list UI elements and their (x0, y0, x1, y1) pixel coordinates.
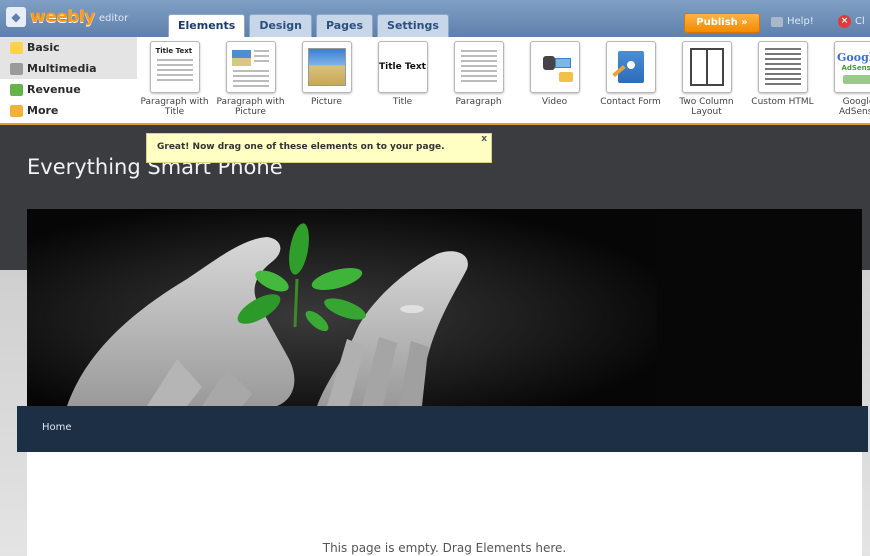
tooltip-text: Great! Now drag one of these elements on… (157, 142, 445, 152)
video-icon (529, 41, 580, 93)
element-label: Google AdSense (839, 97, 870, 117)
elements-toolbar: Basic Multimedia Revenue More Title Text… (0, 37, 870, 125)
category-label: More (27, 104, 59, 117)
element-palette: Title Text Paragraph with Title Paragrap… (140, 41, 870, 119)
element-paragraph-with-title[interactable]: Title Text Paragraph with Title (140, 41, 209, 119)
nav-item-home[interactable]: Home (42, 422, 72, 433)
category-multimedia[interactable]: Multimedia (0, 58, 137, 79)
element-label: Title (392, 97, 413, 107)
category-more[interactable]: More (0, 100, 137, 121)
tab-settings[interactable]: Settings (377, 14, 449, 37)
film-icon (10, 62, 23, 75)
category-revenue[interactable]: Revenue (0, 79, 137, 100)
google-wordmark: Google (837, 50, 870, 64)
element-video[interactable]: Video (520, 41, 589, 119)
category-basic[interactable]: Basic (0, 37, 137, 58)
element-label: Picture (311, 97, 342, 107)
arrow-icon (10, 104, 23, 117)
hands-seedling-image (27, 209, 657, 406)
editor-topbar: ◆ weebly editor Elements Design Pages Se… (0, 0, 870, 38)
help-link[interactable]: Help! (771, 16, 814, 27)
element-title[interactable]: Title Text Title (368, 41, 437, 119)
element-label: Video (541, 97, 568, 107)
title-icon: Title Text (377, 41, 428, 93)
two-column-icon (681, 41, 732, 93)
logo-text: weebly (30, 7, 95, 27)
element-picture[interactable]: Picture (292, 41, 361, 119)
money-icon (10, 83, 23, 96)
tab-elements[interactable]: Elements (168, 14, 246, 38)
drag-hint-tooltip: Great! Now drag one of these elements on… (146, 133, 492, 163)
logo-subtitle: editor (98, 13, 129, 24)
publish-button[interactable]: Publish » (684, 13, 760, 33)
tab-pages[interactable]: Pages (315, 14, 374, 37)
header-banner-image (27, 209, 862, 406)
paragraph-title-icon: Title Text (149, 41, 200, 93)
element-label: Paragraph with Title (140, 97, 209, 117)
google-adsense-icon: Google AdSense (833, 41, 870, 93)
thumb-title-text: Title Text (155, 47, 193, 55)
close-editor-link[interactable]: × Cl (838, 15, 865, 28)
editor-tabs: Elements Design Pages Settings (168, 14, 453, 38)
element-google-adsense[interactable]: Google AdSense Google AdSense (824, 41, 870, 119)
tooltip-close-button[interactable]: x (481, 134, 487, 144)
tab-design[interactable]: Design (249, 14, 312, 37)
element-label: Paragraph (455, 97, 502, 107)
close-label: Cl (855, 16, 865, 27)
element-label: Two Column Layout (679, 97, 734, 117)
adsense-wordmark: AdSense (841, 63, 870, 72)
custom-html-icon (757, 41, 808, 93)
element-paragraph-with-picture[interactable]: Paragraph with Picture (216, 41, 285, 119)
site-navigation: Home (17, 406, 868, 452)
contact-form-icon (605, 41, 656, 93)
element-label: Contact Form (600, 97, 661, 107)
close-icon: × (838, 15, 851, 28)
picture-icon (301, 41, 352, 93)
element-label: Custom HTML (751, 97, 814, 107)
element-categories: Basic Multimedia Revenue More (0, 37, 137, 123)
thumb-title-text: Title Text (378, 62, 426, 72)
category-label: Basic (27, 41, 60, 54)
help-icon (771, 16, 783, 27)
help-label: Help! (787, 16, 814, 27)
weebly-logo-icon: ◆ (6, 7, 26, 27)
element-paragraph[interactable]: Paragraph (444, 41, 513, 119)
page-content-dropzone[interactable]: This page is empty. Drag Elements here. (27, 452, 862, 556)
element-custom-html[interactable]: Custom HTML (748, 41, 817, 119)
element-two-column-layout[interactable]: Two Column Layout (672, 41, 741, 119)
paragraph-picture-icon (225, 41, 276, 93)
category-label: Multimedia (27, 62, 97, 75)
weebly-logo[interactable]: ◆ weebly editor (6, 5, 128, 29)
element-contact-form[interactable]: Contact Form (596, 41, 665, 119)
empty-page-message: This page is empty. Drag Elements here. (322, 541, 567, 555)
element-label: Paragraph with Picture (216, 97, 285, 117)
category-label: Revenue (27, 83, 81, 96)
page-icon (10, 41, 23, 54)
paragraph-icon (453, 41, 504, 93)
